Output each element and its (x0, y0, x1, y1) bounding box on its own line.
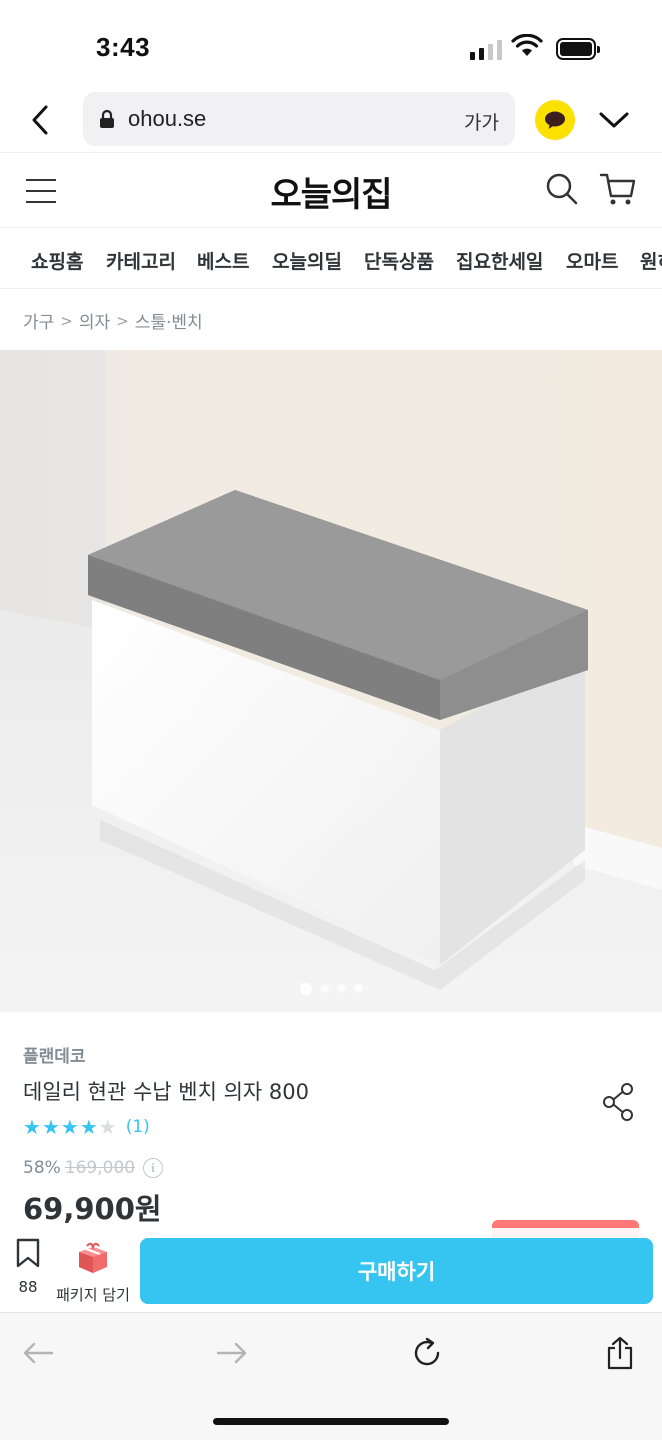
purchase-action-bar: 88 패키지 담기 구매하기 (0, 1228, 662, 1312)
text-size-button[interactable]: 가가 (464, 108, 499, 135)
gift-box-icon (79, 1242, 107, 1273)
nav-todays-deal[interactable]: 오늘의딜 (272, 247, 342, 274)
package-label: 패키지 담기 (56, 1286, 130, 1304)
product-image-carousel[interactable] (0, 350, 662, 1012)
nav-exclusive[interactable]: 단독상품 (364, 247, 434, 274)
chevron-left-icon (32, 105, 48, 135)
share-icon[interactable] (602, 1082, 636, 1122)
star-icon: ★ (23, 1115, 41, 1139)
search-icon[interactable] (544, 171, 580, 207)
arrow-right-icon (216, 1342, 247, 1364)
arrow-left-icon (23, 1342, 54, 1364)
chevron-right-icon: > (116, 311, 129, 330)
discount-row: 58% 169,000 i (23, 1158, 164, 1178)
nav-more[interactable]: 원히 (640, 247, 662, 274)
nav-shopping-home[interactable]: 쇼핑홈 (31, 247, 83, 274)
status-bar: 3:43 (0, 0, 662, 90)
address-bar[interactable]: ohou.se 가가 (83, 92, 515, 146)
buy-button[interactable]: 구매하기 (140, 1238, 653, 1304)
sale-price: 69,900원 (23, 1192, 162, 1226)
carousel-dot[interactable] (299, 983, 312, 995)
carousel-dot[interactable] (336, 984, 346, 993)
discount-rate: 58% (23, 1158, 61, 1178)
product-title: 데일리 현관 수납 벤치 의자 800 (23, 1080, 309, 1104)
toolbar-reload-button[interactable] (407, 1333, 447, 1373)
rating[interactable]: ★ ★ ★ ★ ★ (1) (23, 1116, 150, 1138)
carousel-dot[interactable] (353, 984, 363, 993)
breadcrumb: 가구 > 의자 > 스툴·벤치 (23, 308, 203, 334)
toolbar-forward-button[interactable] (212, 1333, 252, 1373)
status-time: 3:43 (96, 32, 151, 62)
nav-sale[interactable]: 집요한세일 (456, 247, 543, 274)
battery-icon (556, 38, 600, 60)
toolbar-share-button[interactable] (600, 1333, 640, 1373)
lock-icon (100, 109, 114, 128)
cellular-signal-icon (470, 38, 502, 60)
breadcrumb-item[interactable]: 스툴·벤치 (135, 308, 203, 333)
package-button[interactable]: 패키지 담기 (52, 1240, 134, 1305)
breadcrumb-item[interactable]: 가구 (23, 308, 54, 333)
chevron-down-icon (599, 112, 629, 128)
star-icon: ★ (41, 1115, 60, 1139)
address-url: ohou.se (128, 106, 207, 131)
reload-icon (414, 1337, 440, 1366)
home-indicator[interactable] (213, 1418, 449, 1425)
site-header: 오늘의집 (0, 152, 662, 228)
brand-name[interactable]: 플랜데코 (23, 1042, 86, 1067)
share-upload-icon (607, 1336, 633, 1370)
product-photo (0, 350, 662, 1012)
kakao-talk-button[interactable] (535, 100, 575, 140)
breadcrumb-item[interactable]: 의자 (79, 308, 110, 333)
chat-bubble-icon (545, 111, 565, 129)
carousel-dot[interactable] (319, 984, 329, 993)
review-count[interactable]: (1) (126, 1117, 150, 1137)
original-price: 169,000 (64, 1158, 136, 1178)
nav-best[interactable]: 베스트 (197, 247, 249, 274)
star-icon: ★ (98, 1115, 117, 1139)
toolbar-back-button[interactable] (18, 1333, 58, 1373)
browser-menu-button[interactable] (594, 102, 634, 138)
browser-back-button[interactable] (20, 98, 60, 142)
cart-icon[interactable] (598, 169, 638, 209)
info-icon[interactable]: i (143, 1158, 164, 1178)
scrap-button[interactable]: 88 (8, 1238, 48, 1296)
nav-omart[interactable]: 오마트 (566, 247, 618, 274)
bookmark-icon (16, 1238, 40, 1268)
wifi-icon (511, 34, 543, 56)
chevron-right-icon: > (60, 311, 73, 330)
carousel-indicator (0, 983, 662, 995)
nav-category[interactable]: 카테고리 (106, 247, 176, 274)
star-icon: ★ (79, 1115, 98, 1139)
star-icon: ★ (60, 1115, 79, 1139)
category-nav: 쇼핑홈 카테고리 베스트 오늘의딜 단독상품 집요한세일 오마트 원히 (0, 229, 662, 289)
scrap-count: 88 (18, 1278, 38, 1296)
browser-address-row: ohou.se 가가 (0, 90, 662, 150)
